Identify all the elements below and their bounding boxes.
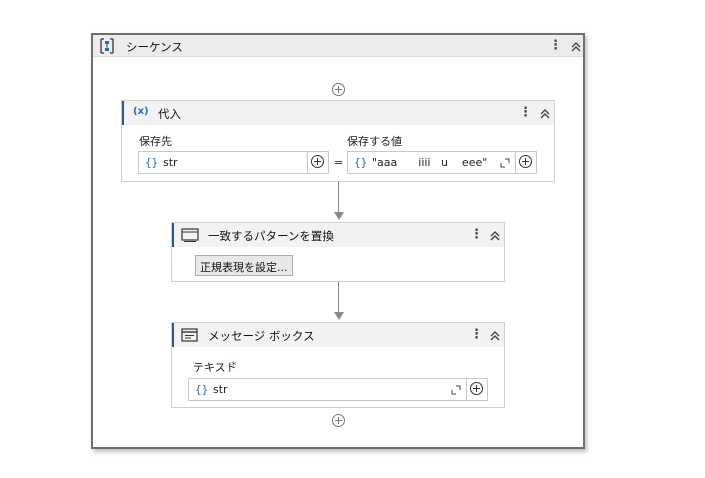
required-marker: * <box>231 359 237 372</box>
connector-line <box>338 182 339 212</box>
assign-value-text: "aaa iiii u eee" <box>372 156 488 169</box>
plus-icon <box>311 155 324 168</box>
assign-collapse-icon[interactable] <box>538 106 552 122</box>
sequence-container[interactable]: シーケンス ⋮ (x) 代入 ⋮ 保存先 保存する値 {} str = {} "… <box>91 33 585 449</box>
message-text-add-button[interactable] <box>466 379 487 400</box>
assign-to-add-button[interactable] <box>307 152 328 173</box>
message-box-menu-icon[interactable]: ⋮ <box>470 327 483 343</box>
expression-icon: {} <box>145 156 159 169</box>
message-text-field[interactable]: {} str <box>188 378 488 401</box>
assign-menu-icon[interactable]: ⋮ <box>519 105 532 121</box>
message-box-title: メッセージ ボックス <box>208 329 315 343</box>
connector-arrow <box>334 212 344 220</box>
connector-line <box>338 282 339 312</box>
replace-icon <box>181 228 199 242</box>
replace-collapse-icon[interactable] <box>488 228 502 244</box>
expression-icon: {} <box>195 383 209 396</box>
assign-to-value: str <box>163 156 178 169</box>
replace-header: 一致するパターンを置換 ⋮ <box>172 223 504 247</box>
message-box-activity[interactable]: メッセージ ボックス ⋮ テキスト * {} str <box>171 322 505 408</box>
replace-title: 一致するパターンを置換 <box>208 229 334 243</box>
sequence-icon <box>100 38 114 54</box>
assign-value-field[interactable]: {} "aaa iiii u eee" <box>347 151 537 174</box>
sequence-menu-icon[interactable]: ⋮ <box>549 38 562 54</box>
expand-editor-icon[interactable] <box>451 385 461 395</box>
plus-icon <box>519 155 532 168</box>
sequence-collapse-icon[interactable] <box>569 39 583 55</box>
message-box-collapse-icon[interactable] <box>488 328 502 344</box>
assign-title: 代入 <box>158 107 181 121</box>
configure-regex-button[interactable]: 正規表現を設定... <box>195 255 293 276</box>
sequence-header: シーケンス ⋮ <box>93 35 583 57</box>
plus-icon <box>470 382 483 395</box>
expression-icon: {} <box>354 156 368 169</box>
message-box-icon <box>181 328 198 342</box>
assign-to-label: 保存先 <box>139 135 172 148</box>
add-activity-bottom-icon[interactable] <box>332 414 345 427</box>
assign-activity[interactable]: (x) 代入 ⋮ 保存先 保存する値 {} str = {} "aaa iiii… <box>121 100 555 182</box>
replace-activity[interactable]: 一致するパターンを置換 ⋮ 正規表現を設定... <box>171 222 505 282</box>
message-text-value: str <box>213 383 228 396</box>
assign-header: (x) 代入 ⋮ <box>122 101 554 125</box>
assign-to-field[interactable]: {} str <box>138 151 329 174</box>
expand-editor-icon[interactable] <box>500 158 510 168</box>
connector-arrow <box>334 312 344 320</box>
replace-menu-icon[interactable]: ⋮ <box>470 227 483 243</box>
assign-value-add-button[interactable] <box>515 152 536 173</box>
assign-value-label: 保存する値 <box>347 135 402 148</box>
assign-equals: = <box>334 156 344 169</box>
assign-variable-icon: (x) <box>133 106 149 117</box>
message-box-header: メッセージ ボックス ⋮ <box>172 323 504 347</box>
add-activity-top-icon[interactable] <box>332 83 345 96</box>
sequence-title: シーケンス <box>126 40 183 54</box>
